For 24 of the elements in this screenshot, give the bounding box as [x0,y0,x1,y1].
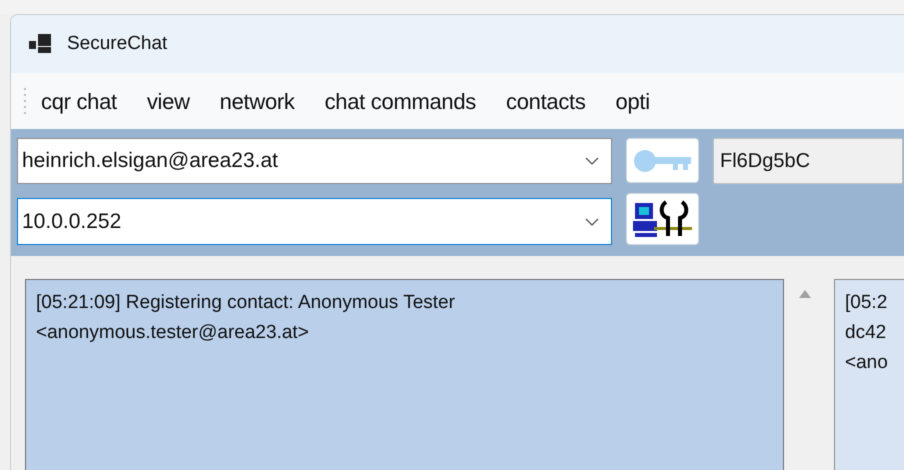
key-button[interactable] [626,138,699,183]
key-icon [632,148,692,174]
dropdown-caret-icon [585,157,599,165]
log-line: dc42 [845,321,888,345]
menu-item[interactable]: chat commands [324,84,476,118]
dropdown-caret-icon [585,218,599,226]
menu-item[interactable]: view [146,84,190,118]
grip-icon [23,86,27,116]
menu-item[interactable]: contacts [506,84,586,118]
app-icon [29,34,53,54]
network-button[interactable] [626,193,699,245]
menu-item[interactable]: network [220,84,295,118]
menu-item[interactable]: opti [616,84,650,118]
window-title: SecureChat [67,32,168,56]
log-line: <ano [845,351,889,375]
address-combo-box[interactable]: 10.0.0.252 [17,198,612,245]
log-line: [05:2 [845,291,888,315]
log-line: <anonymous.tester@area23.at> [36,321,310,345]
log-line: [05:21:09] Registering contact: Anonymous Tester [36,291,456,315]
menu-item[interactable]: cqr chat [41,84,117,118]
scroll-up-icon[interactable] [798,289,812,299]
key-code-field[interactable]: Fl6Dg5bC [713,138,903,184]
network-tool-icon [632,198,694,240]
contact-combo-box[interactable]: heinrich.elsigan@area23.at [17,138,612,184]
